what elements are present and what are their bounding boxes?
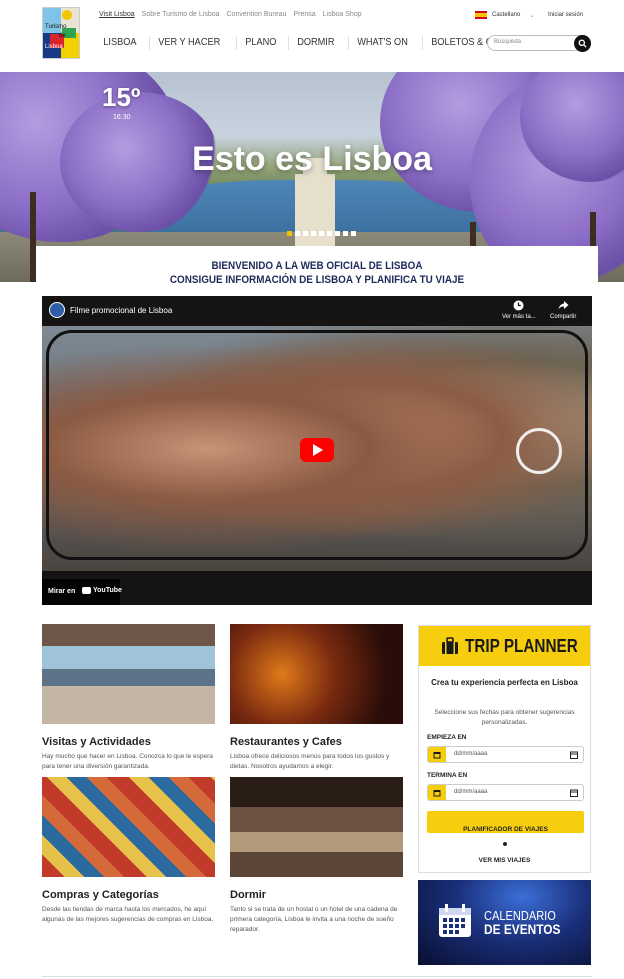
card-image-restaurant[interactable] <box>230 624 403 724</box>
trip-planner-widget: TRIP PLANNER Crea tu experiencia perfect… <box>418 625 591 873</box>
top-link-visit-lisboa[interactable]: Visit Lisboa <box>99 11 135 18</box>
youtube-logo-icon <box>82 587 91 594</box>
date-picker-icon[interactable] <box>570 751 578 759</box>
search-input[interactable]: Búsqueda <box>494 39 521 45</box>
card-visitas[interactable]: Visitas y Actividades Hay mucho que hace… <box>42 624 215 772</box>
calendar-icon <box>439 904 471 937</box>
main-nav: LISBOA VER Y HACER PLANO DORMIR WHAT'S O… <box>95 36 547 50</box>
card-dormir[interactable]: Dormir Tanto si se trata de un hostal o … <box>230 777 403 935</box>
card-compras[interactable]: Compras y Categorías Desde las tiendas d… <box>42 777 215 925</box>
slider-dot[interactable] <box>295 231 300 236</box>
logo-text-3: Lisboa <box>45 44 63 50</box>
logo-text-1: Turismo <box>45 24 67 30</box>
watch-on-label: Mirar en <box>48 588 76 595</box>
card-description: Desde las tiendas de marca hasta los mer… <box>42 906 214 923</box>
card-restaurantes[interactable]: Restaurantes y Cafes Lisboa ofrece delic… <box>230 624 403 772</box>
watch-on-youtube[interactable]: Mirar en YouTube <box>42 579 122 605</box>
clock-icon <box>513 300 524 311</box>
video-title[interactable]: Filme promocional de Lisboa <box>70 306 172 315</box>
nav-whats-on[interactable]: WHAT'S ON <box>348 36 416 50</box>
trip-planner-button-label: PLANIFICADOR DE VIAJES <box>463 826 548 833</box>
search-icon <box>578 39 587 48</box>
language-selector[interactable]: Castellano ⌄ <box>475 11 534 19</box>
end-date-value: dd/mm/aaaa <box>454 789 488 795</box>
trip-planner-title: TRIP PLANNER <box>465 636 578 656</box>
my-trips-link[interactable]: VER MIS VIAJES <box>419 857 590 864</box>
language-label: Castellano <box>492 12 521 18</box>
start-date-field[interactable]: dd/mm/aaaa <box>427 746 584 763</box>
top-link-shop[interactable]: Lisboa Shop <box>323 11 362 18</box>
card-description: Lisboa ofrece deliciosos menús para todo… <box>230 753 390 770</box>
divider <box>42 976 592 977</box>
login-link[interactable]: Iniciar sesión <box>548 12 583 18</box>
top-link-prensa[interactable]: Prensa <box>293 11 315 18</box>
card-description: Tanto si se trata de un hostal o un hote… <box>230 906 398 933</box>
welcome-band: BIENVENIDO A LA WEB OFICIAL DE LISBOA CO… <box>36 246 598 296</box>
card-title[interactable]: Compras y Categorías <box>42 889 215 901</box>
card-description: Hay mucho que hacer en Lisboa. Conozca l… <box>42 753 213 770</box>
start-date-label: EMPIEZA EN <box>427 734 467 741</box>
end-date-label: TERMINA EN <box>427 772 468 779</box>
slider-dot[interactable] <box>343 231 348 236</box>
watch-later-button[interactable]: Ver más ta... <box>502 300 536 320</box>
slider-dot[interactable] <box>327 231 332 236</box>
hero-title: Esto es Lisboa <box>192 140 432 178</box>
slider-dot[interactable] <box>351 231 356 236</box>
start-date-value: dd/mm/aaaa <box>454 751 488 757</box>
chevron-down-icon: ⌄ <box>529 12 535 19</box>
card-title[interactable]: Visitas y Actividades <box>42 736 215 748</box>
calendar-icon <box>428 747 446 762</box>
nav-plano[interactable]: PLANO <box>235 36 285 50</box>
top-link-convention[interactable]: Convention Bureau <box>227 11 287 18</box>
trip-planner-hint: Seleccione sus fechas para obtener suger… <box>434 709 575 726</box>
carousel-dot[interactable] <box>503 842 507 846</box>
card-title[interactable]: Dormir <box>230 889 403 901</box>
welcome-subheading: CONSIGUE INFORMACIÓN DE LISBOA Y PLANIFI… <box>169 274 465 286</box>
top-link-sobre[interactable]: Sobre Turismo de Lisboa <box>142 11 220 18</box>
logo-text-2: de <box>59 33 66 39</box>
search-button[interactable] <box>574 35 591 52</box>
date-picker-icon[interactable] <box>570 789 578 797</box>
site-header: Turismo de Lisboa Visit Lisboa Sobre Tur… <box>0 0 624 72</box>
calendar-banner-line2: DE EVENTOS <box>484 921 561 937</box>
slider-dot[interactable] <box>335 231 340 236</box>
card-image-hotel-room[interactable] <box>230 777 403 877</box>
trip-planner-subtitle: Crea tu experiencia perfecta en Lisboa <box>431 678 578 687</box>
nav-dormir[interactable]: DORMIR <box>288 36 343 50</box>
suitcase-icon <box>442 637 458 654</box>
youtube-label: YouTube <box>93 587 122 594</box>
welcome-heading: BIENVENIDO A LA WEB OFICIAL DE LISBOA <box>211 260 423 272</box>
turismo-de-lisboa-logo[interactable]: Turismo de Lisboa <box>42 7 80 59</box>
spain-flag-icon <box>475 11 487 19</box>
events-calendar-banner[interactable]: CALENDARIO DE EVENTOS <box>418 880 591 965</box>
share-icon <box>558 301 569 310</box>
top-links: Visit Lisboa Sobre Turismo de Lisboa Con… <box>99 11 362 18</box>
share-label: Compartir <box>550 314 577 320</box>
nav-lisboa[interactable]: LISBOA <box>95 36 145 50</box>
card-image-terrace[interactable] <box>42 624 215 724</box>
end-date-field[interactable]: dd/mm/aaaa <box>427 784 584 801</box>
weather-time: 16:30 <box>113 114 131 121</box>
channel-avatar[interactable] <box>49 302 65 318</box>
trip-planner-button[interactable]: PLANIFICADOR DE VIAJES <box>427 811 584 833</box>
slider-dot[interactable] <box>303 231 308 236</box>
promo-video-player[interactable]: Filme promocional de Lisboa Ver más ta..… <box>42 296 592 605</box>
weather-temperature: 15º <box>102 82 141 112</box>
calendar-icon <box>428 785 446 800</box>
slider-dot[interactable] <box>287 231 292 236</box>
trip-planner-header: TRIP PLANNER <box>419 626 590 666</box>
share-button[interactable]: Compartir <box>550 300 576 320</box>
watch-later-label: Ver más ta... <box>502 314 536 320</box>
search-box: Búsqueda <box>487 35 591 52</box>
nav-ver-y-hacer[interactable]: VER Y HACER <box>149 36 229 50</box>
slider-dots <box>287 231 356 236</box>
card-image-sardine-cans[interactable] <box>42 777 215 877</box>
card-title[interactable]: Restaurantes y Cafes <box>230 736 403 748</box>
slider-dot[interactable] <box>319 231 324 236</box>
play-button[interactable] <box>300 438 334 462</box>
slider-dot[interactable] <box>311 231 316 236</box>
